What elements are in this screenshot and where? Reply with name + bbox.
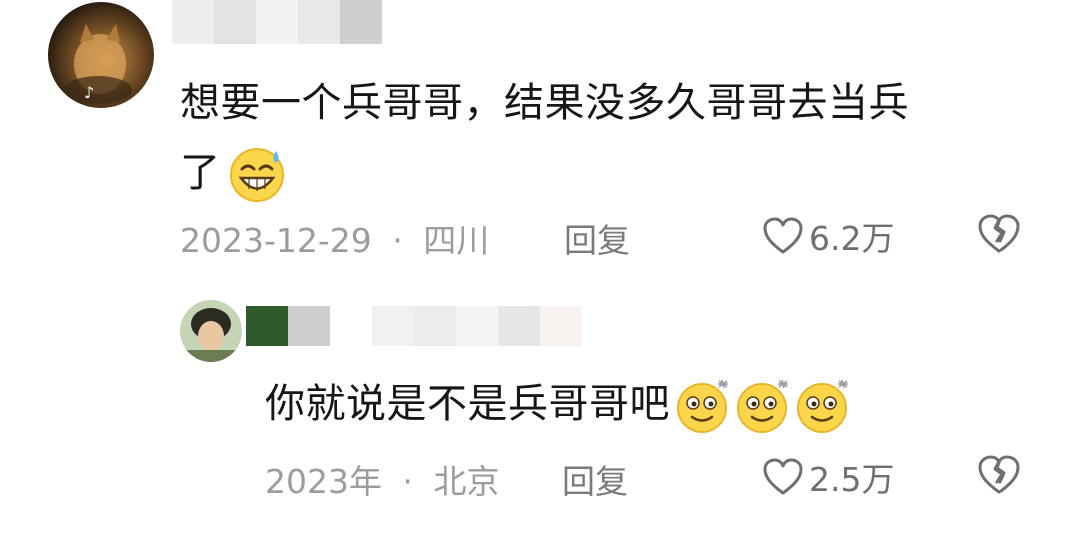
comment-date: 2023年 (265, 462, 382, 501)
dislike-button[interactable] (978, 214, 1020, 258)
user-photo-image (180, 300, 242, 362)
meta-separator: · (392, 221, 403, 260)
comment-text: 想要一个兵哥哥，结果没多久哥哥去当兵 了 (180, 68, 1040, 208)
heart-outline-icon (763, 217, 803, 254)
like-count: 6.2万 (809, 219, 895, 258)
sweat-smile-emoji-icon (229, 148, 284, 202)
dizzy-eyes-emoji-icon (677, 379, 728, 433)
reply-button[interactable]: 回复 (564, 214, 630, 262)
comment-meta: 2023-12-29 · 四川 (180, 214, 489, 262)
dizzy-eyes-emoji-icon (797, 379, 848, 433)
broken-heart-icon (978, 455, 1020, 494)
reply-button[interactable]: 回复 (562, 455, 628, 503)
comment-location: 北京 (433, 462, 500, 501)
emoji-group (674, 374, 854, 434)
comment-text-line: 想要一个兵哥哥，结果没多久哥哥去当兵 (180, 80, 909, 126)
comment-text: 你就说是不是兵哥哥吧 (265, 369, 854, 439)
like-button[interactable]: 2.5万 (763, 453, 894, 501)
comment-location: 四川 (423, 221, 490, 260)
like-button[interactable]: 6.2万 (763, 212, 894, 260)
user-avatar[interactable] (180, 300, 242, 362)
dislike-button[interactable] (978, 455, 1020, 499)
dizzy-eyes-emoji-icon (737, 379, 788, 433)
comment-date: 2023-12-29 (180, 221, 372, 260)
comment-text-line: 你就说是不是兵哥哥吧 (265, 381, 670, 427)
like-count: 2.5万 (809, 460, 895, 499)
username-mosaic[interactable] (172, 0, 382, 44)
meta-separator: · (402, 462, 413, 501)
cat-photo-image: ♪ (48, 2, 154, 108)
comment-text-line: 了 (180, 150, 221, 196)
comment-meta: 2023年 · 北京 (265, 455, 499, 503)
user-avatar[interactable]: ♪ (48, 2, 154, 108)
username-mosaic[interactable] (246, 306, 582, 346)
heart-outline-icon (763, 458, 803, 495)
broken-heart-icon (978, 214, 1020, 253)
svg-text:♪: ♪ (84, 83, 94, 102)
